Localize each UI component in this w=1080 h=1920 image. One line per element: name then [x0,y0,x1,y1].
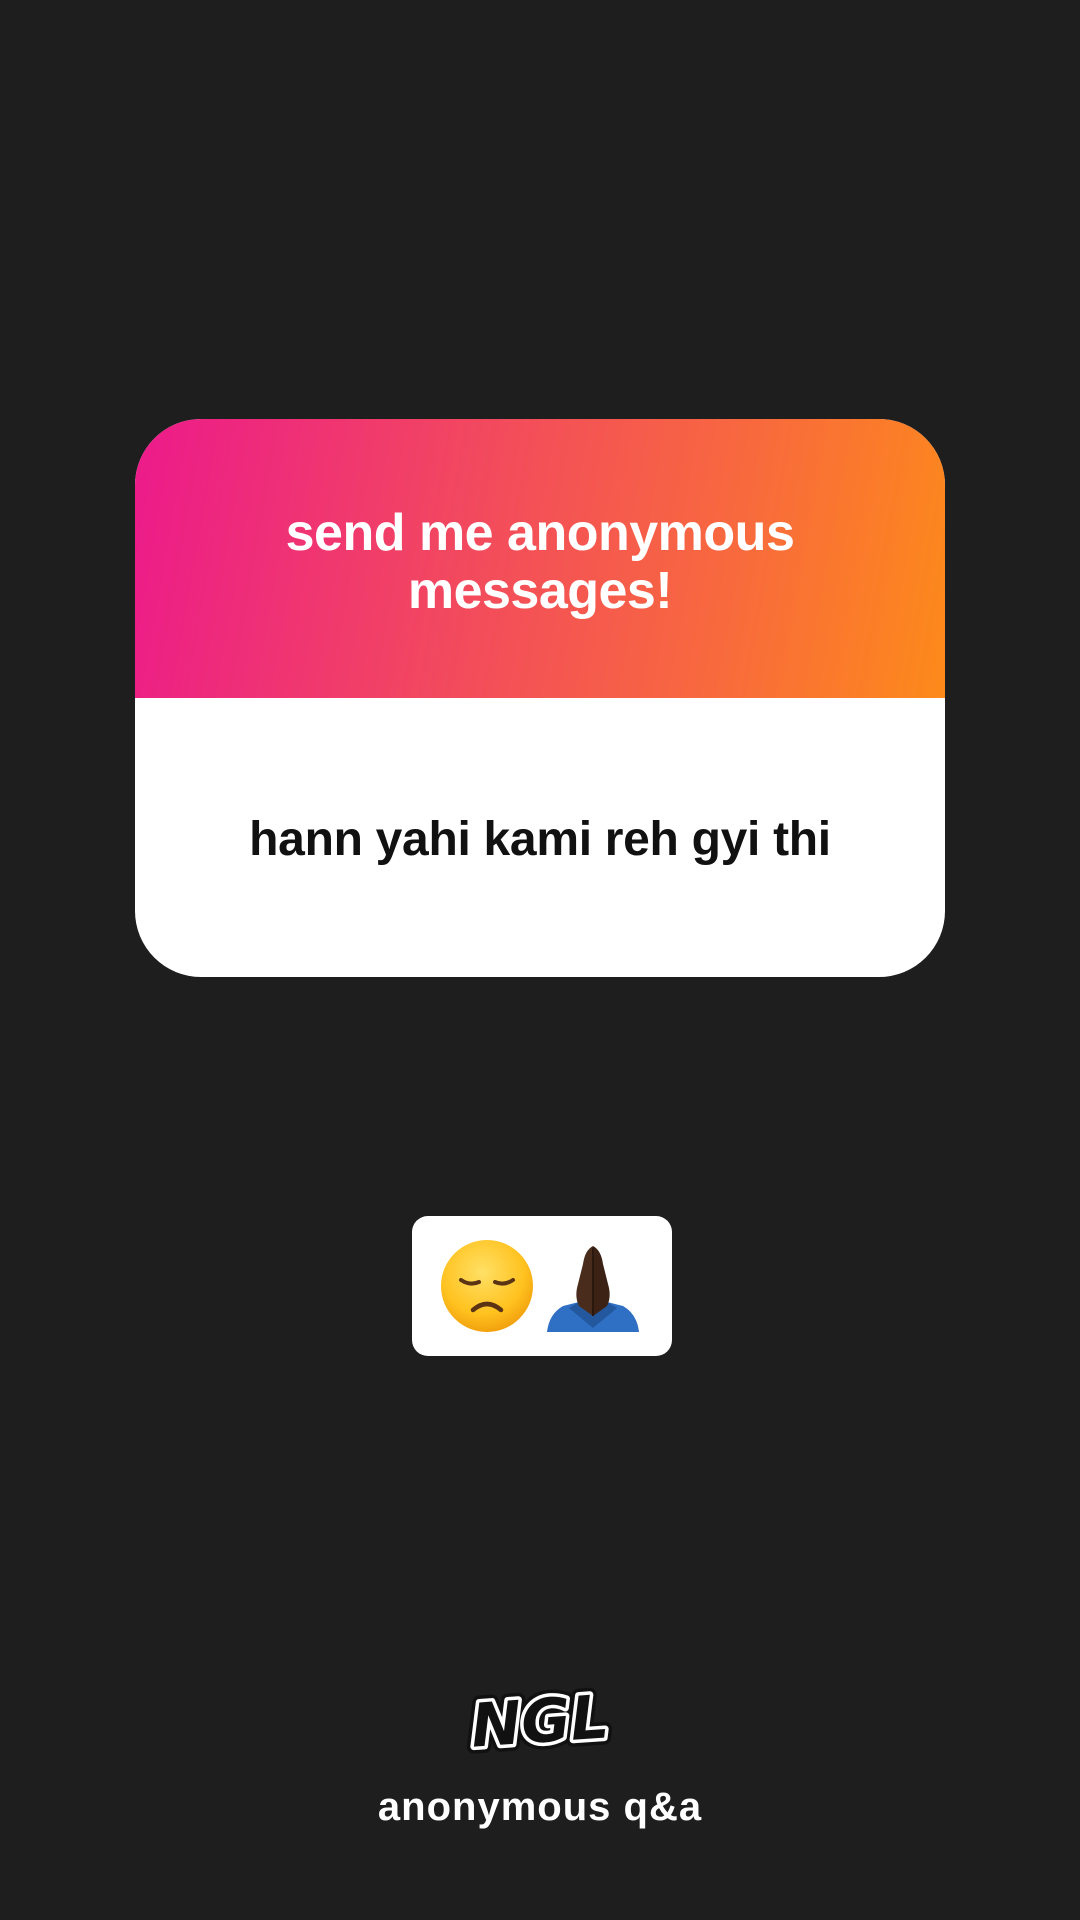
card-body: hann yahi kami reh gyi thi [135,698,945,977]
footer-subtitle: anonymous q&a [377,1785,703,1829]
card-header: send me anonymous messages! [135,419,945,698]
question-card: send me anonymous messages! hann yahi ka… [135,419,945,977]
ngl-logo: NGL NGL NGL [462,1675,618,1771]
disappointed-face-icon [437,1236,537,1336]
folded-hands-icon [539,1236,647,1336]
card-title: send me anonymous messages! [285,503,795,620]
footer: NGL NGL NGL anonymous q&a [0,1675,1080,1830]
svg-text:NGL: NGL [469,1682,611,1761]
emoji-reply-sticker [412,1216,672,1356]
card-message: hann yahi kami reh gyi thi [249,813,831,866]
